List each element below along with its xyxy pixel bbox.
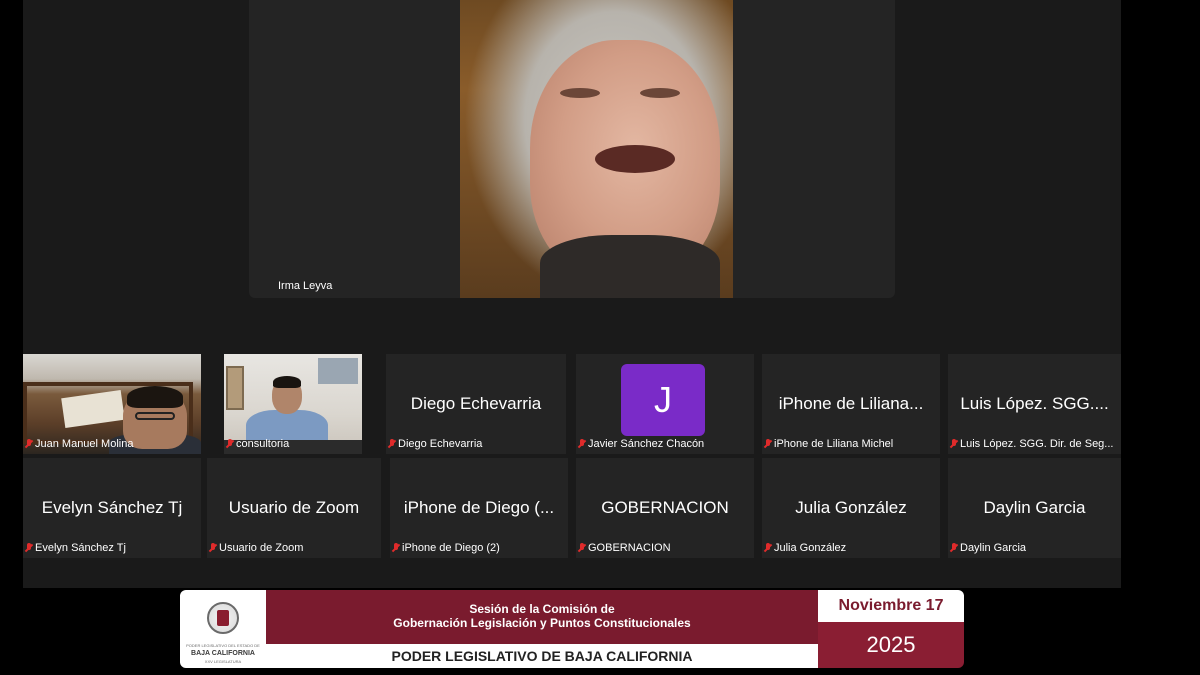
participant-label: Diego Echevarria [398,438,483,450]
zoom-meeting-window: Irma Leyva Juan Manuel Molina consultori… [23,0,1121,588]
participant-tile-luis-lopez[interactable]: Luis López. SGG.... Luis López. SGG. Dir… [948,354,1121,454]
participant-label: iPhone de Liliana Michel [774,438,894,450]
mic-off-icon [25,542,33,554]
participant-tile-usuario-zoom[interactable]: Usuario de Zoom Usuario de Zoom [207,458,381,558]
participant-display-name: Julia González [795,498,907,517]
logo-subtext: XXV LEGISLATURA [204,659,242,664]
mic-off-icon [578,438,586,450]
mic-off-icon [950,542,958,554]
session-title-line2: Gobernación Legislación y Puntos Constit… [393,616,691,630]
participant-label: Daylin Garcia [960,542,1027,554]
mic-off-icon [950,438,958,450]
participant-tile-gobernacion[interactable]: GOBERNACION GOBERNACION [576,458,754,558]
mic-off-icon [209,542,217,554]
participant-label: iPhone de Diego (2) [402,542,500,554]
speaker-name-label: Irma Leyva [278,280,333,292]
session-title-box: Sesión de la Comisión de Gobernación Leg… [266,590,818,644]
institution-name: PODER LEGISLATIVO DE BAJA CALIFORNIA [391,648,693,664]
participant-label: Luis López. SGG. Dir. de Seg... [960,438,1114,450]
participant-display-name: iPhone de Diego (... [403,498,555,517]
broadcast-lower-third: PODER LEGISLATIVO DEL ESTADO DE BAJA CAL… [180,590,964,668]
mic-off-icon [764,542,772,554]
participant-label: Javier Sánchez Chacón [588,438,705,450]
speaker-video [460,0,733,298]
participant-display-name: Diego Echevarria [410,394,542,413]
participant-label: Usuario de Zoom [219,542,304,554]
participant-tile-evelyn-sanchez[interactable]: Evelyn Sánchez Tj Evelyn Sánchez Tj [23,458,201,558]
participant-tile-javier-sanchez[interactable]: J Javier Sánchez Chacón [576,354,754,454]
participant-tile-diego-echevarria[interactable]: Diego Echevarria Diego Echevarria [386,354,566,454]
participant-tile-consultoria[interactable]: consultoria [224,354,362,454]
participant-display-name: GOBERNACION [601,498,729,517]
participant-label: consultoria [236,438,290,450]
participant-label: Evelyn Sánchez Tj [35,542,126,554]
date-day: Noviembre 17 [818,590,964,622]
mic-off-icon [25,438,33,450]
participant-display-name: Luis López. SGG.... [960,394,1109,413]
logo-small-text: PODER LEGISLATIVO DEL ESTADO DE [186,643,260,648]
congress-logo: PODER LEGISLATIVO DEL ESTADO DE BAJA CAL… [180,590,266,668]
participant-label: GOBERNACION [588,542,671,554]
active-speaker-panel[interactable]: Irma Leyva [249,0,895,298]
logo-text: BAJA CALIFORNIA [191,650,255,657]
participant-display-name: Daylin Garcia [983,498,1086,517]
mic-off-icon [764,438,772,450]
participant-display-name: iPhone de Liliana... [778,394,924,413]
participant-tile-julia-gonzalez[interactable]: Julia González Julia González [762,458,940,558]
mic-off-icon [226,438,234,450]
mic-off-icon [392,542,400,554]
date-box: Noviembre 17 2025 [818,590,964,668]
participant-display-name: Usuario de Zoom [228,498,360,517]
mic-off-icon [578,542,586,554]
session-title-line1: Sesión de la Comisión de [469,602,615,616]
participant-tile-iphone-diego[interactable]: iPhone de Diego (... iPhone de Diego (2) [390,458,568,558]
participant-label: Julia González [774,542,847,554]
participant-tile-juan-manuel-molina[interactable]: Juan Manuel Molina [23,354,201,454]
participant-tile-iphone-liliana[interactable]: iPhone de Liliana... iPhone de Liliana M… [762,354,940,454]
state-seal-icon [207,602,239,634]
participant-label: Juan Manuel Molina [35,438,134,450]
institution-footer: PODER LEGISLATIVO DE BAJA CALIFORNIA [266,644,818,668]
mic-off-icon [388,438,396,450]
participant-display-name: Evelyn Sánchez Tj [41,498,183,517]
avatar: J [621,364,705,436]
participant-tile-daylin-garcia[interactable]: Daylin Garcia Daylin Garcia [948,458,1121,558]
date-year: 2025 [818,622,964,668]
